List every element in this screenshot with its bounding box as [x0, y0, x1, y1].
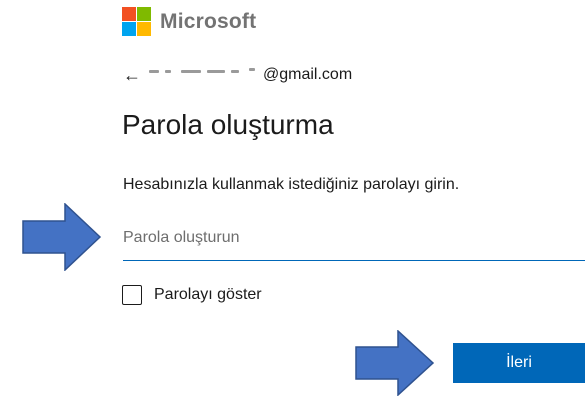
logo-square-red — [122, 7, 136, 21]
show-password-toggle[interactable]: Parolayı göster — [122, 285, 262, 305]
back-arrow-icon[interactable]: ← — [123, 66, 145, 84]
show-password-checkbox[interactable] — [122, 285, 142, 305]
password-input[interactable] — [123, 220, 585, 256]
page-title: Parola oluşturma — [122, 109, 334, 140]
annotation-arrow-icon — [355, 330, 435, 396]
logo-square-blue — [122, 22, 136, 36]
next-button[interactable]: İleri — [453, 343, 585, 383]
show-password-label: Parolayı göster — [154, 286, 262, 303]
logo-square-green — [137, 7, 151, 21]
microsoft-logo-icon — [122, 7, 151, 36]
brand-name: Microsoft — [160, 9, 257, 33]
password-field-container — [123, 220, 585, 261]
identity-banner: ← @gmail.com — [123, 66, 352, 84]
masked-email-username — [145, 67, 263, 83]
signup-password-page: Microsoft ← @gmail.com Parola oluşturma … — [0, 0, 585, 397]
email-domain: @gmail.com — [263, 66, 353, 83]
page-description: Hesabınızla kullanmak istediğiniz parola… — [123, 176, 460, 193]
logo-square-yellow — [137, 22, 151, 36]
annotation-arrow-icon — [22, 203, 102, 271]
microsoft-logo: Microsoft — [122, 7, 256, 36]
